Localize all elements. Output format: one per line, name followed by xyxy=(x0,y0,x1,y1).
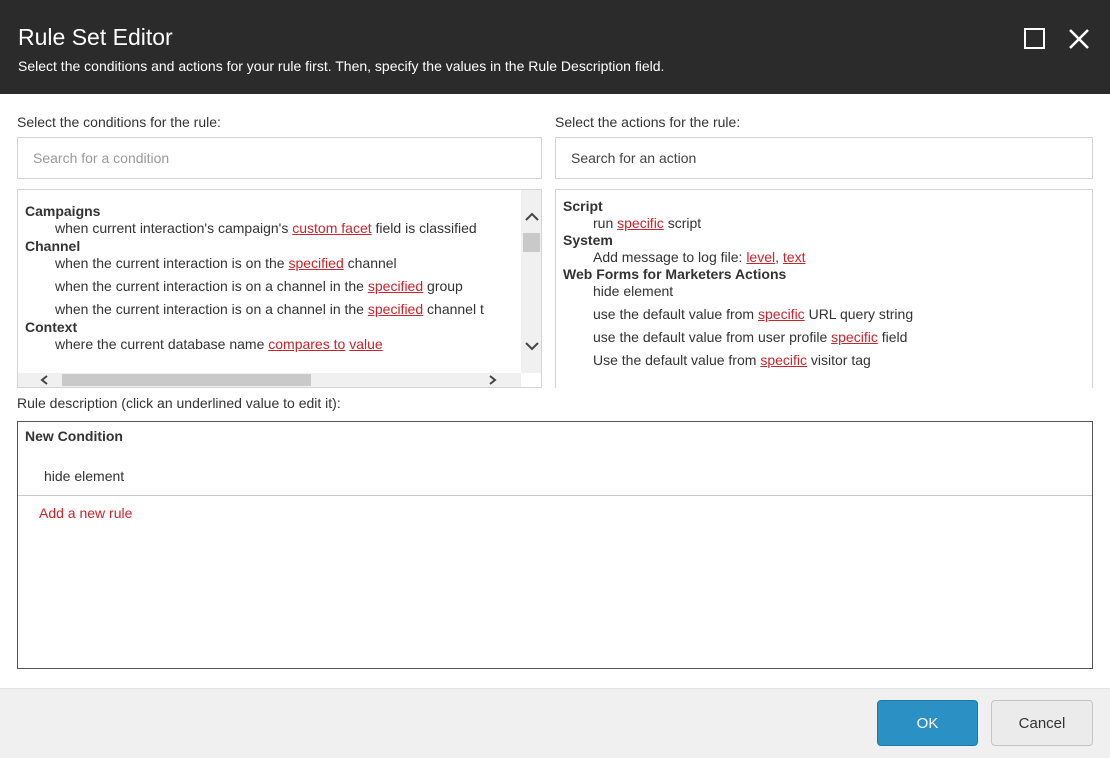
parameter-link[interactable]: specified xyxy=(288,255,343,271)
maximize-icon[interactable] xyxy=(1024,28,1045,49)
actions-group-header: Script xyxy=(563,198,603,214)
conditions-list-item[interactable]: when current interaction's campaign's cu… xyxy=(55,220,477,236)
dialog-title: Rule Set Editor xyxy=(18,24,173,51)
conditions-group-header: Channel xyxy=(25,238,80,254)
item-text: when the current interaction is on a cha… xyxy=(55,278,368,294)
parameter-link[interactable]: custom facet xyxy=(292,220,371,236)
item-text: when the current interaction is on the xyxy=(55,255,288,271)
item-text: field is classified xyxy=(372,220,477,236)
scroll-down-icon[interactable] xyxy=(525,341,539,351)
item-text: visitor tag xyxy=(807,352,871,368)
item-text: script xyxy=(664,215,701,231)
dialog-footer: OK Cancel xyxy=(0,688,1110,758)
parameter-link[interactable]: compares to xyxy=(268,336,345,352)
conditions-group-header: Campaigns xyxy=(25,203,100,219)
conditions-group-header: Context xyxy=(25,319,77,335)
parameter-link[interactable]: text xyxy=(783,249,806,265)
conditions-list: Campaignswhen current interaction's camp… xyxy=(17,189,542,388)
item-text: channel xyxy=(344,255,397,271)
rule-divider xyxy=(18,495,1092,496)
actions-list: Scriptrun specific scriptSystemAdd messa… xyxy=(555,189,1093,388)
actions-list-item[interactable]: Add message to log file: level, text xyxy=(593,249,805,265)
actions-list-item[interactable]: use the default value from user profile … xyxy=(593,329,907,345)
condition-search-input[interactable] xyxy=(17,137,542,179)
rule-action-item[interactable]: hide element xyxy=(44,468,124,484)
conditions-label: Select the conditions for the rule: xyxy=(17,114,221,130)
parameter-link[interactable]: specific xyxy=(617,215,664,231)
parameter-link[interactable]: value xyxy=(349,336,382,352)
scroll-up-icon[interactable] xyxy=(525,212,539,222)
item-text: use the default value from xyxy=(593,306,758,322)
actions-group-header: Web Forms for Marketers Actions xyxy=(563,266,786,282)
parameter-link[interactable]: specified xyxy=(368,301,423,317)
scroll-left-icon[interactable] xyxy=(40,375,50,385)
parameter-link[interactable]: specific xyxy=(831,329,878,345)
scroll-right-icon[interactable] xyxy=(487,375,497,385)
scrollbar-thumb[interactable] xyxy=(523,233,540,252)
item-text: where the current database name xyxy=(55,336,268,352)
item-text: use the default value from user profile xyxy=(593,329,831,345)
dialog-subtitle: Select the conditions and actions for yo… xyxy=(18,58,664,74)
dialog-titlebar: Rule Set Editor Select the conditions an… xyxy=(0,0,1110,94)
conditions-list-item[interactable]: when the current interaction is on a cha… xyxy=(55,301,484,317)
close-icon[interactable] xyxy=(1066,26,1092,52)
parameter-link[interactable]: specified xyxy=(368,278,423,294)
actions-list-item[interactable]: run specific script xyxy=(593,215,701,231)
ok-button[interactable]: OK xyxy=(877,700,978,746)
item-text: when current interaction's campaign's xyxy=(55,220,292,236)
item-text: run xyxy=(593,215,617,231)
add-rule-link[interactable]: Add a new rule xyxy=(39,505,132,521)
conditions-list-item[interactable]: where the current database name compares… xyxy=(55,336,383,352)
actions-group-header: System xyxy=(563,232,613,248)
item-text: group xyxy=(423,278,463,294)
condition-title: New Condition xyxy=(25,428,123,444)
conditions-list-item[interactable]: when the current interaction is on a cha… xyxy=(55,278,463,294)
item-text: Add message to log file: xyxy=(593,249,746,265)
rule-description-box: New Condition hide element Add a new rul… xyxy=(17,421,1093,669)
item-text: field xyxy=(878,329,908,345)
rule-description-label: Rule description (click an underlined va… xyxy=(17,395,341,411)
item-text: , xyxy=(775,249,783,265)
actions-list-item[interactable]: Use the default value from specific visi… xyxy=(593,352,871,368)
item-text: URL query string xyxy=(805,306,913,322)
parameter-link[interactable]: level xyxy=(746,249,775,265)
cancel-button[interactable]: Cancel xyxy=(991,700,1093,746)
action-search-input[interactable] xyxy=(555,137,1093,179)
item-text: when the current interaction is on a cha… xyxy=(55,301,368,317)
conditions-horizontal-scrollbar[interactable] xyxy=(18,373,521,387)
parameter-link[interactable]: specific xyxy=(758,306,805,322)
actions-label: Select the actions for the rule: xyxy=(555,114,740,130)
item-text: Use the default value from xyxy=(593,352,760,368)
actions-list-item[interactable]: use the default value from specific URL … xyxy=(593,306,913,322)
item-text: channel t xyxy=(423,301,484,317)
item-text: hide element xyxy=(593,283,673,299)
conditions-list-item[interactable]: when the current interaction is on the s… xyxy=(55,255,397,271)
actions-list-item[interactable]: hide element xyxy=(593,283,673,299)
conditions-vertical-scrollbar[interactable] xyxy=(521,190,542,373)
scrollbar-thumb[interactable] xyxy=(62,374,311,386)
parameter-link[interactable]: specific xyxy=(760,352,807,368)
